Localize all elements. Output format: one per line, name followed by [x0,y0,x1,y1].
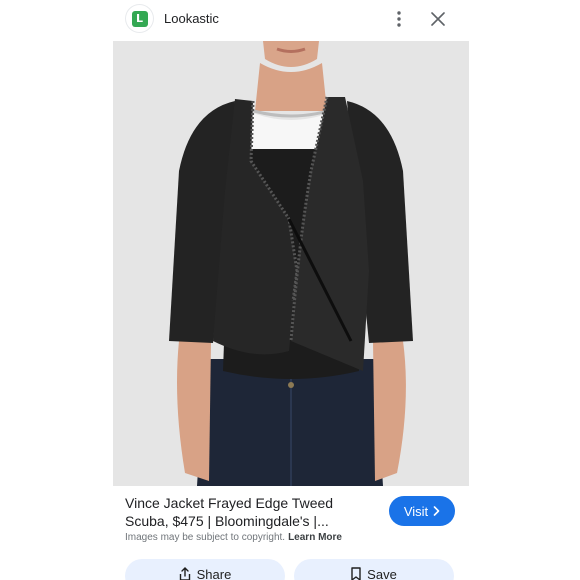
share-icon [179,567,190,580]
visit-button[interactable]: Visit [389,496,455,526]
close-icon [431,12,445,26]
bookmark-icon [351,567,361,580]
copyright-text: Images may be subject to copyright. [125,532,286,543]
header-bar: L Lookastic [0,0,580,40]
chevron-right-icon [433,506,440,516]
visit-label: Visit [403,503,429,519]
more-vert-icon [397,11,401,27]
close-button[interactable] [427,8,449,30]
site-name[interactable]: Lookastic [164,11,219,26]
result-title[interactable]: Vince Jacket Frayed Edge Tweed Scuba, $4… [125,494,375,530]
site-logo[interactable]: L [126,5,153,32]
save-label: Save [367,567,397,580]
share-button[interactable]: Share [125,559,285,580]
product-image[interactable] [113,41,469,486]
more-options-button[interactable] [388,8,410,30]
learn-more-link[interactable]: Learn More [288,532,342,543]
jacket-photo [113,41,469,486]
site-logo-letter: L [131,10,148,27]
share-label: Share [196,567,232,580]
copyright-notice: Images may be subject to copyright. Learn… [125,532,342,543]
save-button[interactable]: Save [294,559,454,580]
